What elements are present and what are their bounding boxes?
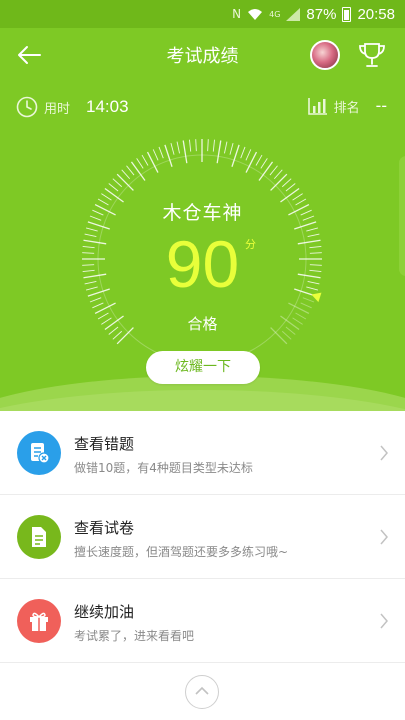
back-icon[interactable] (14, 40, 44, 70)
gauge-tick (158, 146, 164, 159)
gauge-tick (170, 142, 175, 155)
gauge-tick (281, 178, 292, 188)
page-title: 考试成绩 (166, 46, 239, 67)
gauge-tick (260, 158, 268, 169)
wifi-icon (248, 8, 263, 20)
signal-icon (286, 7, 301, 21)
score-panel: 考试成绩 用时 14:03 排名 -- 木仓车神 90 分 合格 炫耀一下 (0, 28, 405, 411)
status-time: 20:58 (357, 5, 395, 23)
gauge-tick (130, 161, 146, 181)
item-icon-circle (17, 431, 61, 475)
gauge-tick (141, 154, 149, 166)
time-label: 用时 (44, 101, 71, 117)
avatar[interactable] (310, 40, 340, 70)
list-item-keep-going[interactable]: 继续加油 考试累了，进来看看吧 (0, 579, 405, 663)
wrong-questions-icon (31, 443, 50, 464)
gauge-tick (229, 142, 234, 155)
gauge-tick (112, 178, 123, 188)
gauge-tick (258, 161, 274, 181)
gauge-tick (240, 146, 246, 159)
user-nickname: 木仓车神 (162, 202, 243, 224)
expand-up-button[interactable] (185, 675, 219, 709)
gauge-tick (189, 139, 192, 152)
gauge-tick (231, 144, 240, 167)
gauge-tick (146, 151, 159, 173)
chevron-right-icon (380, 445, 388, 461)
gauge-tick (108, 183, 119, 192)
rank-info: 排名 -- (307, 96, 387, 116)
gauge-tick (94, 302, 116, 315)
gauge-tick (273, 169, 283, 180)
share-button[interactable]: 炫耀一下 (146, 351, 260, 384)
bar-chart-icon (307, 98, 327, 115)
list-item-wrong-questions[interactable]: 查看错题 做错10题，有4种题目类型未达标 (0, 411, 405, 495)
gauge-tick (255, 154, 263, 166)
pass-status: 合格 (187, 315, 218, 333)
item-icon-circle (17, 599, 61, 643)
battery-percent: 87% (306, 5, 337, 23)
rank-label: 排名 (333, 100, 360, 116)
score-value: 90 (165, 227, 240, 301)
bottom-bar (0, 663, 405, 720)
gauge-tick (216, 140, 222, 164)
status-bar: N 4G 87% 20:58 (0, 0, 405, 28)
action-list: 查看错题 做错10题，有4种题目类型未达标 查看试卷 擅长速度题，但酒驾题还要多… (0, 411, 405, 663)
gauge-tick (285, 183, 296, 192)
time-used: 用时 14:03 (16, 96, 129, 118)
chevron-up-icon (195, 686, 209, 695)
gauge-tick (116, 173, 134, 191)
item-title: 继续加油 (74, 603, 135, 621)
exam-paper-icon (32, 527, 46, 547)
score-unit: 分 (245, 238, 256, 251)
rank-value: -- (375, 96, 387, 115)
item-subtitle: 擅长速度题，但酒驾题还要多多练习哦~ (74, 545, 289, 559)
gauge-tick (195, 139, 197, 152)
gauge-tick (121, 169, 131, 180)
item-title: 查看错题 (74, 435, 135, 453)
gauge-tick (92, 302, 104, 309)
chevron-right-icon (380, 613, 388, 629)
gauge-tick (176, 141, 180, 154)
clock-icon (16, 96, 38, 118)
gauge-tick (182, 140, 188, 164)
item-subtitle: 考试累了，进来看看吧 (74, 629, 195, 643)
gauge-tick (207, 139, 209, 152)
network-type: 4G (269, 9, 281, 19)
time-value: 14:03 (86, 97, 129, 116)
gauge-tick (212, 139, 215, 152)
item-icon-circle (17, 515, 61, 559)
gauge-tick (126, 165, 135, 176)
item-title: 查看试卷 (74, 519, 135, 537)
gauge-tick (164, 144, 173, 167)
gauge-tick (269, 165, 278, 176)
gift-icon (30, 612, 48, 631)
gauge-tick (300, 302, 312, 309)
chevron-right-icon (380, 529, 388, 545)
list-item-exam-paper[interactable]: 查看试卷 擅长速度题，但酒驾题还要多多练习哦~ (0, 495, 405, 579)
gauge-tick (224, 141, 228, 154)
app-header: 考试成绩 (0, 28, 405, 80)
gauge-tick (245, 151, 258, 173)
gauge-tick (245, 149, 252, 161)
nfc-icon: N (232, 7, 242, 21)
gauge-tick (288, 302, 310, 315)
gauge-tick (152, 149, 159, 161)
battery-icon (342, 6, 352, 22)
trophy-icon[interactable] (356, 39, 388, 71)
gauge-tick (136, 158, 144, 169)
gauge-tick (270, 173, 288, 191)
item-subtitle: 做错10题，有4种题目类型未达标 (74, 461, 253, 475)
